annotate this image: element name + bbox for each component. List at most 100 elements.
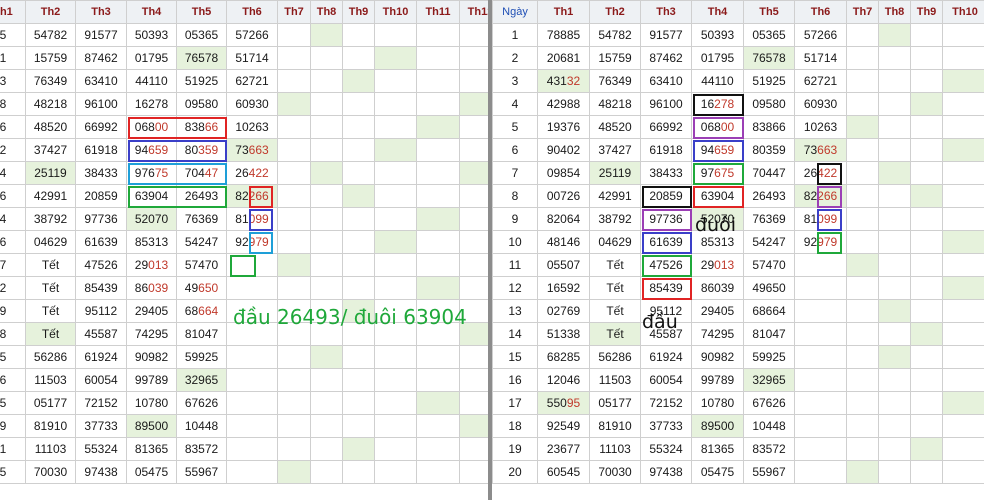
table-row: 1 78885 54782 91577 50393 05365 57266 (492, 23, 984, 47)
result-cell (878, 322, 911, 346)
result-cell: 15759 (25, 46, 76, 70)
result-cell (459, 46, 488, 70)
result-cell: 52070 (126, 207, 177, 231)
result-cell (226, 368, 278, 392)
result-cell: 56286 (25, 345, 76, 369)
result-cell: 5 (0, 460, 26, 484)
result-cell: 70030 (25, 460, 76, 484)
result-cell: 68664 (176, 299, 227, 323)
result-cell (942, 115, 984, 139)
result-cell: 60930 (794, 92, 847, 116)
result-cell (310, 23, 343, 47)
result-cell (310, 437, 343, 461)
result-cell: 76349 (25, 69, 76, 93)
result-cell: 90982 (126, 345, 177, 369)
result-cell (910, 161, 943, 185)
result-cell: 11503 (25, 368, 76, 392)
result-cell: 29013 (126, 253, 177, 277)
result-cell: 44110 (126, 69, 177, 93)
result-cell: 63904 (691, 184, 744, 208)
result-cell: 80359 (176, 138, 227, 162)
result-cell: 61639 (75, 230, 127, 254)
result-cell (342, 230, 375, 254)
day-cell: 11 (492, 253, 538, 277)
table-row: 6 11503 60054 99789 32965 (0, 368, 488, 392)
result-cell (374, 414, 417, 438)
result-cell: 97438 (75, 460, 127, 484)
result-cell: 20859 (640, 184, 692, 208)
result-cell: 48520 (589, 115, 641, 139)
result-cell: 81047 (743, 322, 795, 346)
result-cell: 49650 (743, 276, 795, 300)
result-cell: 16592 (537, 276, 590, 300)
result-cell: 85439 (640, 276, 692, 300)
day-cell: 5 (492, 115, 538, 139)
result-cell: 38792 (25, 207, 76, 231)
result-cell (794, 276, 847, 300)
result-cell: 2 (0, 138, 26, 162)
column-header: Th1 (537, 0, 590, 24)
result-cell (794, 460, 847, 484)
result-cell: 10780 (691, 391, 744, 415)
result-cell (310, 207, 343, 231)
result-cell (459, 391, 488, 415)
result-cell: 3 (0, 69, 26, 93)
day-cell: 20 (492, 460, 538, 484)
result-cell (878, 161, 911, 185)
result-cell (846, 437, 879, 461)
result-cell: 09854 (537, 161, 590, 185)
result-cell (846, 276, 879, 300)
result-cell (277, 437, 311, 461)
column-header: Th3 (640, 0, 692, 24)
result-cell (277, 414, 311, 438)
result-cell: 61918 (75, 138, 127, 162)
result-cell (310, 460, 343, 484)
result-cell: 60054 (640, 368, 692, 392)
result-cell (846, 23, 879, 47)
result-cell: 51925 (176, 69, 227, 93)
table-row: 11 05507 Tết 47526 29013 57470 (492, 253, 984, 277)
result-cell (794, 437, 847, 461)
result-cell: 47526 (640, 253, 692, 277)
left-results-table: Th1Th2Th3Th4Th5Th6Th7Th8Th9Th10Th11Th125… (0, 0, 488, 484)
result-cell (226, 345, 278, 369)
result-cell: 51338 (537, 322, 590, 346)
result-cell (910, 230, 943, 254)
result-cell: Tết (589, 322, 641, 346)
result-cell: 95112 (75, 299, 127, 323)
result-cell (942, 460, 984, 484)
table-row: 17 55095 05177 72152 10780 67626 (492, 391, 984, 415)
result-cell: Tết (25, 322, 76, 346)
result-cell (910, 23, 943, 47)
result-cell (374, 46, 417, 70)
result-cell: 97675 (691, 161, 744, 185)
column-header: Th10 (942, 0, 984, 24)
result-cell (878, 414, 911, 438)
result-cell (310, 253, 343, 277)
result-cell (342, 391, 375, 415)
result-cell (416, 276, 460, 300)
result-cell (416, 230, 460, 254)
result-cell (374, 161, 417, 185)
result-cell (310, 46, 343, 70)
result-cell: 97438 (640, 460, 692, 484)
table-row: 14 51338 Tết 45587 74295 81047 (492, 322, 984, 346)
result-cell (310, 368, 343, 392)
column-header: Th5 (743, 0, 795, 24)
result-cell (310, 184, 343, 208)
result-cell: 1 (0, 46, 26, 70)
result-cell: Tết (25, 299, 76, 323)
result-cell: 87462 (75, 46, 127, 70)
result-cell (942, 368, 984, 392)
result-cell (878, 23, 911, 47)
result-cell: 50393 (126, 23, 177, 47)
result-cell (910, 253, 943, 277)
result-cell (942, 253, 984, 277)
table-row: 10 48146 04629 61639 85313 54247 92979 (492, 230, 984, 254)
table-row: 1 11103 55324 81365 83572 (0, 437, 488, 461)
result-cell: 1 (0, 437, 26, 461)
result-cell (277, 276, 311, 300)
result-cell: 32965 (176, 368, 227, 392)
day-cell: 10 (492, 230, 538, 254)
result-cell (374, 138, 417, 162)
